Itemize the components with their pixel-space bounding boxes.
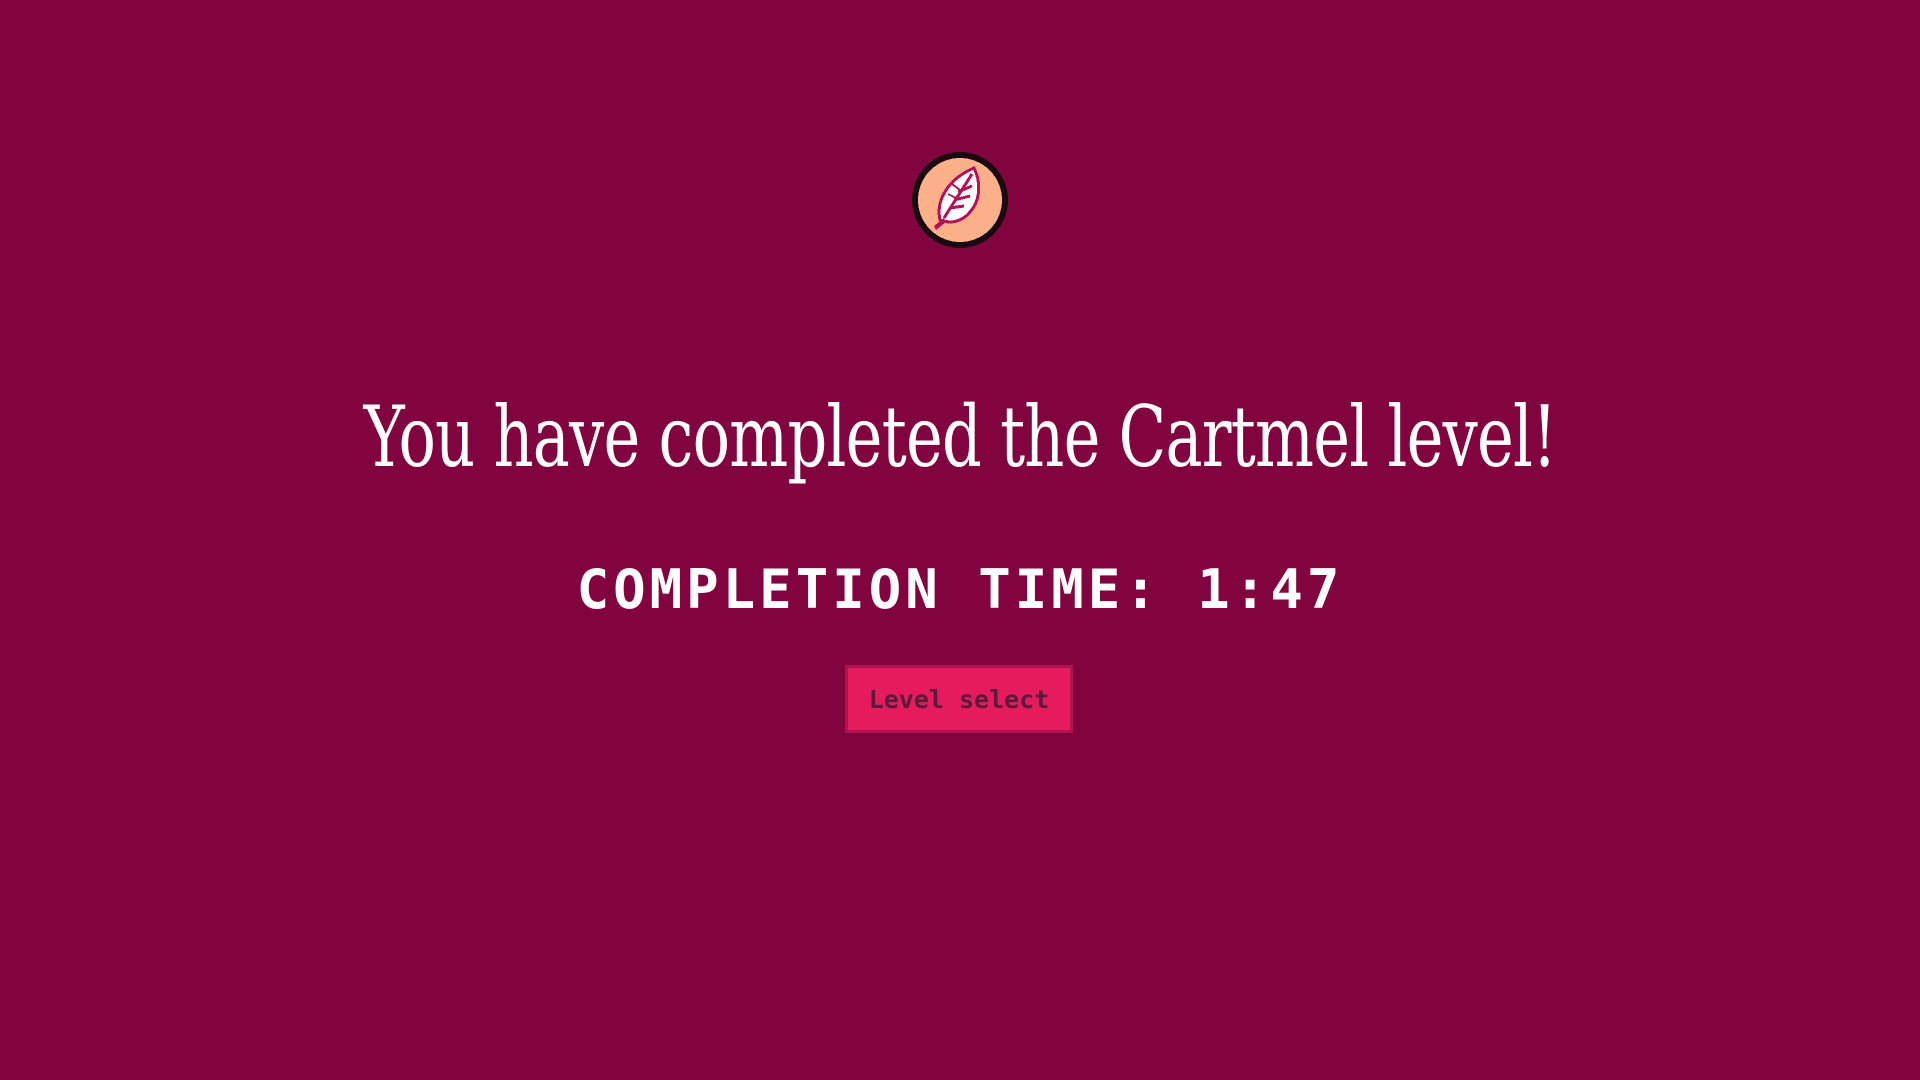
level-complete-title: You have completed the Cartmel level! (363, 388, 1558, 486)
level-select-button[interactable]: Level select (845, 665, 1073, 733)
leaf-badge (910, 150, 1010, 250)
completion-time: COMPLETION TIME: 1:47 (576, 558, 1344, 621)
leaf-medal-icon (912, 152, 1008, 248)
